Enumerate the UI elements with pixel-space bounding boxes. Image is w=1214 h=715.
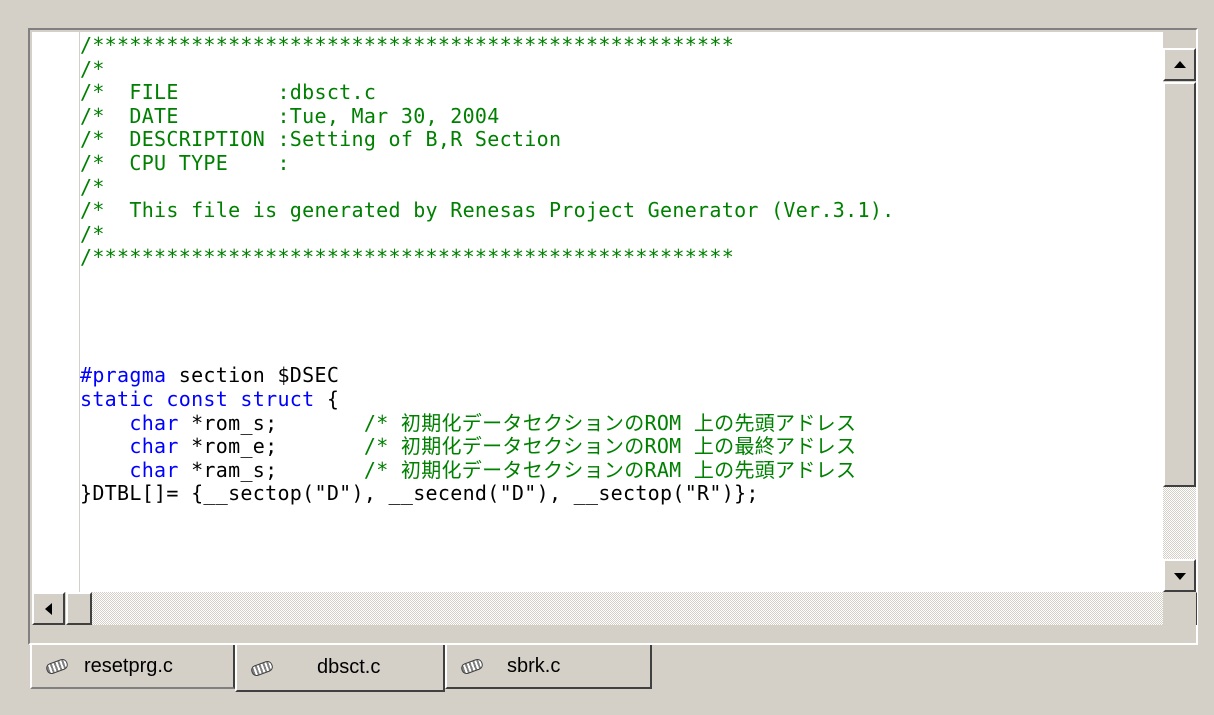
file-icon: [44, 659, 68, 673]
code-line[interactable]: /*: [80, 221, 895, 247]
code-line[interactable]: char *ram_s; /* 初期化データセクションのRAM 上の先頭アドレス: [80, 457, 895, 483]
code-line[interactable]: /***************************************…: [80, 246, 895, 270]
code-line[interactable]: }DTBL[]= {__sectop("D"), __secend("D"), …: [80, 481, 895, 506]
code-line[interactable]: char *rom_s; /* 初期化データセクションのROM 上の先頭アドレス: [80, 410, 895, 436]
vertical-scroll-track[interactable]: [1163, 487, 1196, 559]
code-token: char: [129, 410, 179, 435]
code-token: /***************************************…: [80, 33, 735, 57]
code-line[interactable]: [80, 317, 895, 341]
code-line[interactable]: [80, 341, 895, 365]
tab-label: sbrk.c: [507, 654, 561, 677]
code-token: char: [129, 434, 179, 459]
tab-resetprg[interactable]: resetprg.c: [30, 645, 235, 689]
vertical-scroll-thumb[interactable]: [1163, 82, 1196, 487]
code-token: /* CPU TYPE :: [80, 150, 290, 175]
code-token: /* 初期化データセクションのROM 上の最終アドレス: [363, 434, 857, 459]
tab-dbsct[interactable]: dbsct.c: [235, 645, 445, 692]
code-token: /* FILE :dbsct.c: [80, 80, 377, 105]
code-line[interactable]: #pragma section $DSEC: [80, 364, 895, 388]
code-line[interactable]: char *rom_e; /* 初期化データセクションのROM 上の最終アドレス: [80, 434, 895, 459]
editor-gutter: [32, 32, 79, 592]
code-editor[interactable]: /***************************************…: [80, 32, 1163, 592]
code-line[interactable]: static const struct {: [80, 386, 895, 412]
code-token: /*: [80, 56, 105, 81]
code-line[interactable]: /* FILE :dbsct.c: [80, 80, 895, 105]
file-tab-bar: resetprg.c dbsct.c sbrk.c: [0, 645, 1214, 715]
code-token: *ram_s;: [178, 457, 364, 482]
code-line[interactable]: /* This file is generated by Renesas Pro…: [80, 198, 895, 223]
code-token: static const struct: [80, 386, 315, 411]
code-line[interactable]: /* DESCRIPTION :Setting of B,R Section: [80, 128, 895, 152]
tab-sbrk[interactable]: sbrk.c: [445, 645, 652, 689]
tab-label: dbsct.c: [317, 656, 381, 678]
code-token: *rom_e;: [178, 434, 364, 459]
code-line[interactable]: /*: [80, 56, 895, 82]
horizontal-scroll-thumb[interactable]: [66, 592, 92, 625]
scroll-down-button[interactable]: [1163, 559, 1196, 592]
tab-label: resetprg.c: [84, 654, 173, 677]
code-token: /*: [80, 221, 105, 246]
vertical-scrollbar[interactable]: [1163, 32, 1196, 592]
horizontal-scrollbar[interactable]: [32, 592, 1197, 625]
code-token: /* DATE :Tue, Mar 30, 2004: [80, 103, 500, 128]
code-token: /* 初期化データセクションのROM 上の先頭アドレス: [363, 410, 857, 435]
code-line[interactable]: /***************************************…: [80, 33, 895, 58]
code-token: }DTBL[]= {__sectop("D"), __secend("D"), …: [80, 481, 759, 506]
code-lines: /***************************************…: [80, 32, 895, 506]
code-token: /* 初期化データセクションのRAM 上の先頭アドレス: [363, 457, 857, 482]
code-line[interactable]: /* CPU TYPE :: [80, 150, 895, 176]
horizontal-scroll-track[interactable]: [92, 592, 1164, 625]
file-icon: [249, 661, 273, 675]
code-token: /*: [80, 174, 105, 199]
code-line[interactable]: /* DATE :Tue, Mar 30, 2004: [80, 103, 895, 129]
code-token: char: [129, 457, 179, 482]
code-token: {: [314, 386, 340, 411]
scrollbar-corner: [1163, 592, 1196, 625]
code-token: /* This file is generated by Renesas Pro…: [80, 198, 895, 223]
code-line[interactable]: [80, 270, 895, 294]
code-token: /***************************************…: [80, 245, 735, 270]
file-icon: [459, 659, 483, 673]
scroll-up-button[interactable]: [1163, 48, 1196, 81]
code-token: section $DSEC: [166, 363, 340, 388]
scroll-left-button[interactable]: [32, 592, 65, 625]
code-line[interactable]: /*: [80, 174, 895, 200]
code-token: #pragma: [80, 363, 167, 388]
code-token: *rom_s;: [178, 410, 364, 435]
code-token: /* DESCRIPTION :Setting of B,R Section: [80, 127, 562, 152]
code-line[interactable]: [80, 294, 895, 318]
